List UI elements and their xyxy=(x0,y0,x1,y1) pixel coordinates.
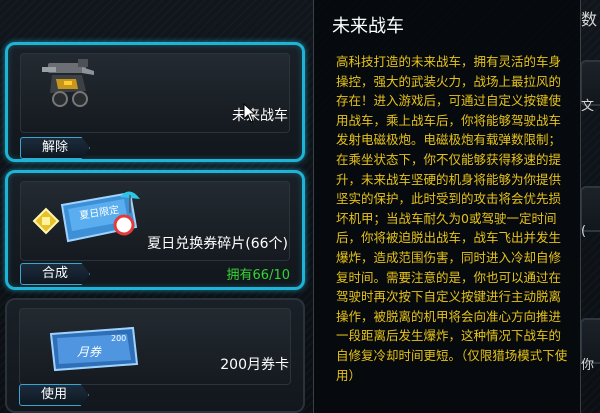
mouse-cursor-icon xyxy=(243,103,257,123)
edge-text-fragment: ( xyxy=(581,224,587,239)
item-card-summer-fragment[interactable]: 夏日限定 夏日兑换券碎片(66个) 拥有66/10 合成 xyxy=(5,170,305,290)
item-tooltip: 未来战车 高科技打造的未来战车，拥有灵活的车身操控，强大的武装火力，战场上最拉风… xyxy=(313,0,581,413)
mech-vehicle-icon xyxy=(42,59,94,107)
combine-button[interactable]: 合成 xyxy=(20,263,90,285)
release-button[interactable]: 解除 xyxy=(20,137,90,159)
edge-text-fragment: 你 xyxy=(581,358,595,373)
owned-count: 拥有66/10 xyxy=(226,268,290,283)
use-button[interactable]: 使用 xyxy=(19,384,89,406)
item-name: 夏日兑换券碎片(66个) xyxy=(147,236,288,252)
item-name: 未来战车 xyxy=(232,108,288,124)
edge-text-fragment: 数 xyxy=(581,10,598,29)
badge-number: 200 xyxy=(111,334,126,343)
item-card-future-tank[interactable]: 未来战车 解除 xyxy=(5,42,305,162)
tooltip-title: 未来战车 xyxy=(332,16,404,37)
monthly-voucher-card-icon: 月券 200 xyxy=(49,326,139,372)
summer-voucher-fragment-icon: 夏日限定 xyxy=(32,191,140,243)
item-card-monthly-voucher[interactable]: 月券 200 200月券卡 使用 xyxy=(5,298,305,413)
item-name: 200月券卡 xyxy=(220,357,289,373)
tooltip-description: 高科技打造的未来战车，拥有灵活的车身操控，强大的武装火力，战场上最拉风的存在！进… xyxy=(336,54,568,383)
badge-text: 月券 xyxy=(77,345,102,359)
edge-text-fragment: 文 xyxy=(581,99,595,114)
